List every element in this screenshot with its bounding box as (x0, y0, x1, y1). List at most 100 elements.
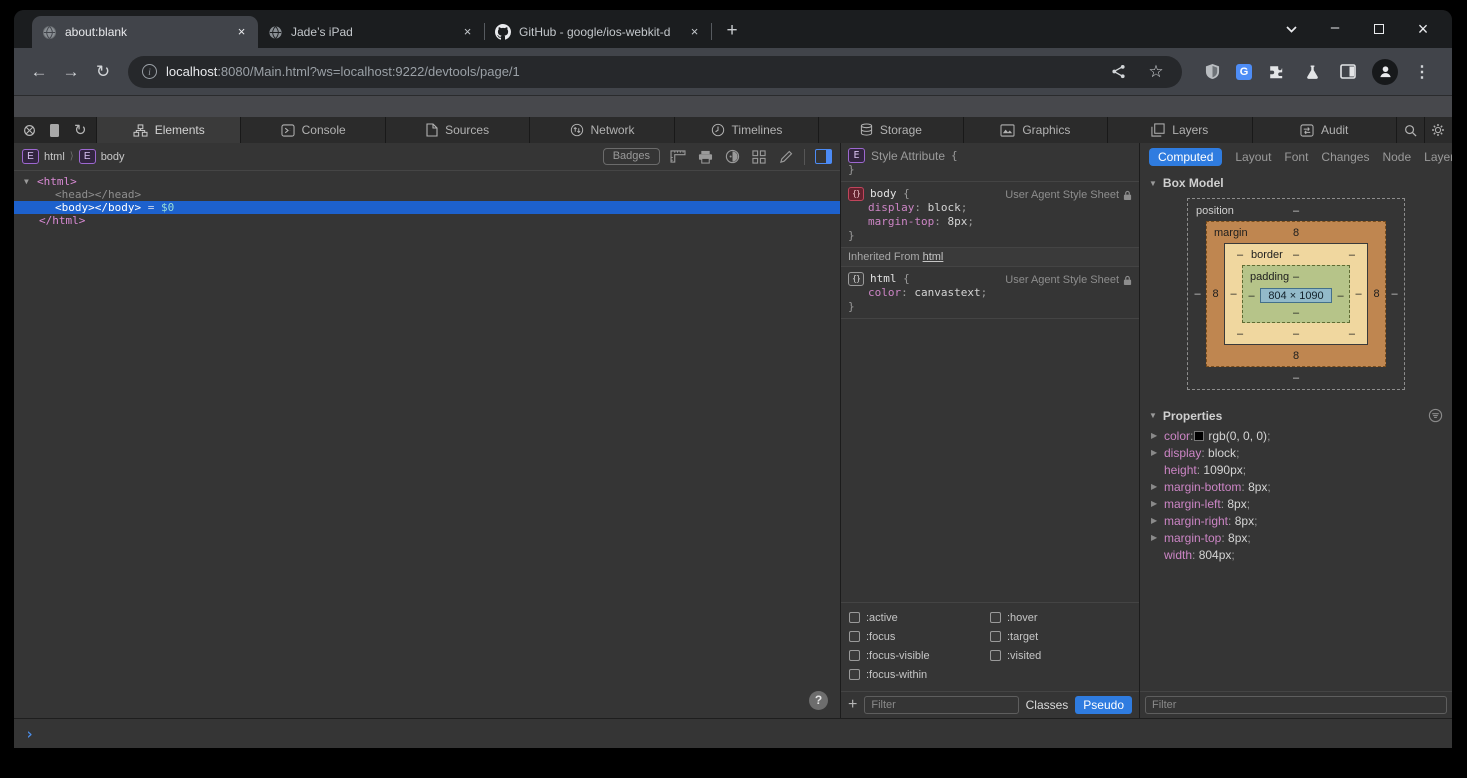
help-button[interactable]: ? (809, 691, 828, 710)
back-button[interactable]: ← (24, 57, 54, 87)
pseudo-toggle-target[interactable]: :target (990, 627, 1131, 646)
css-declaration[interactable]: color: canvastext; (848, 286, 1132, 300)
extensions-puzzle-icon[interactable] (1264, 60, 1288, 84)
minimize-button[interactable]: – (1320, 14, 1350, 40)
dom-node-html-open[interactable]: ▼<html> (14, 175, 840, 188)
checkbox-icon[interactable] (849, 631, 860, 642)
devtools-tab-elements[interactable]: Elements (96, 117, 240, 143)
ruler-icon[interactable] (669, 148, 687, 166)
shield-extension-icon[interactable] (1200, 60, 1224, 84)
badges-button[interactable]: Badges (603, 148, 660, 165)
box-model-content[interactable]: 804 × 1090 (1260, 288, 1332, 303)
pseudo-toggle-hover[interactable]: :hover (990, 608, 1131, 627)
tab-close-icon[interactable]: × (686, 24, 703, 41)
disclosure-triangle-icon[interactable]: ▼ (1149, 179, 1157, 188)
appearance-contrast-icon[interactable] (723, 148, 741, 166)
properties-filter-icon[interactable] (1428, 408, 1443, 423)
checkbox-icon[interactable] (990, 650, 1001, 661)
box-model-position[interactable]: position– – margin8 8 –border–– (1187, 198, 1405, 390)
computed-property[interactable]: ▶margin-right: 8px; (1140, 512, 1452, 529)
tab-changes[interactable]: Changes (1321, 150, 1369, 164)
details-sidebar-toggle-icon[interactable] (814, 148, 832, 166)
disclosure-triangle-icon[interactable]: ▼ (24, 175, 37, 188)
tab-font[interactable]: Font (1284, 150, 1308, 164)
browser-tab-jades-ipad[interactable]: Jade’s iPad × (258, 16, 484, 48)
pseudo-toggle-focus-visible[interactable]: :focus-visible (849, 646, 990, 665)
tab-close-icon[interactable]: × (459, 24, 476, 41)
pseudo-toggle-focus-within[interactable]: :focus-within (849, 665, 990, 684)
rule-style-attribute[interactable]: E Style Attribute { } (841, 143, 1139, 182)
rule-body-user-agent[interactable]: User Agent Style Sheet {} body { display… (841, 182, 1139, 248)
browser-tab-about-blank[interactable]: about:blank × (32, 16, 258, 48)
flask-extension-icon[interactable] (1300, 60, 1324, 84)
dom-node-body-selected[interactable]: <body></body> = $0 (14, 201, 840, 214)
checkbox-icon[interactable] (990, 631, 1001, 642)
translate-extension-icon[interactable]: G (1236, 64, 1252, 80)
tab-computed[interactable]: Computed (1149, 148, 1222, 166)
bookmark-star-icon[interactable]: ☆ (1144, 60, 1168, 84)
print-icon[interactable] (696, 148, 714, 166)
device-icon[interactable] (45, 119, 64, 141)
devtools-settings-gear-icon[interactable] (1424, 117, 1452, 143)
breadcrumb-item-html[interactable]: html (44, 151, 65, 163)
devtools-tab-sources[interactable]: Sources (385, 117, 529, 143)
checkbox-icon[interactable] (849, 669, 860, 680)
computed-filter-input[interactable] (1145, 696, 1447, 714)
tab-layers[interactable]: Layers (1424, 150, 1452, 164)
new-rule-button[interactable]: + (848, 697, 857, 713)
pseudo-toggle-active[interactable]: :active (849, 608, 990, 627)
tab-close-icon[interactable]: × (233, 24, 250, 41)
computed-property[interactable]: height: 1090px; (1140, 461, 1452, 478)
devtools-tab-console[interactable]: Console (240, 117, 384, 143)
pseudo-toggle-visited[interactable]: :visited (990, 646, 1131, 665)
grid-overlay-icon[interactable] (750, 148, 768, 166)
devtools-tab-audit[interactable]: Audit (1252, 117, 1396, 143)
computed-property[interactable]: ▶margin-top: 8px; (1140, 529, 1452, 546)
share-icon[interactable] (1106, 60, 1130, 84)
box-model-margin[interactable]: margin8 8 –border–– – padding– (1206, 221, 1386, 367)
forward-button[interactable]: → (56, 57, 86, 87)
side-panel-icon[interactable] (1336, 60, 1360, 84)
properties-section-header[interactable]: ▼ Properties (1140, 402, 1452, 427)
computed-property[interactable]: ▶margin-left: 8px; (1140, 495, 1452, 512)
devtools-tab-layers[interactable]: Layers (1107, 117, 1251, 143)
browser-tab-github[interactable]: GitHub - google/ios-webkit-d × (485, 16, 711, 48)
dom-node-head[interactable]: <head></head> (14, 188, 840, 201)
profile-avatar[interactable] (1372, 59, 1398, 85)
new-tab-button[interactable]: + (718, 17, 746, 45)
checkbox-icon[interactable] (849, 650, 860, 661)
dom-node-html-close[interactable]: </html> (14, 214, 840, 227)
classes-toggle-button[interactable]: Classes (1026, 698, 1069, 712)
box-model-border[interactable]: –border–– – padding– – 804 × 1090 (1224, 243, 1368, 345)
box-model-padding[interactable]: padding– – 804 × 1090 – – (1242, 265, 1350, 323)
site-info-icon[interactable]: i (142, 64, 157, 79)
tab-node[interactable]: Node (1382, 150, 1411, 164)
tab-search-chevron-icon[interactable] (1276, 16, 1306, 42)
tab-layout[interactable]: Layout (1235, 150, 1271, 164)
checkbox-icon[interactable] (849, 612, 860, 623)
reload-page-icon[interactable]: ↻ (71, 119, 90, 141)
menu-dots-icon[interactable]: ⋮ (1410, 60, 1434, 84)
box-model-section-header[interactable]: ▼ Box Model (1140, 170, 1452, 194)
devtools-tab-network[interactable]: Network (529, 117, 673, 143)
computed-property[interactable]: ▶color:rgb(0, 0, 0); (1140, 427, 1452, 444)
computed-property[interactable]: ▶display: block; (1140, 444, 1452, 461)
devtools-tab-graphics[interactable]: Graphics (963, 117, 1107, 143)
css-declaration[interactable]: margin-top: 8px; (848, 215, 1132, 229)
breadcrumb-item-body[interactable]: body (101, 151, 125, 163)
reload-button[interactable]: ↻ (88, 57, 118, 87)
pseudo-toggle-button[interactable]: Pseudo (1075, 696, 1132, 714)
devtools-search-icon[interactable] (1396, 117, 1424, 143)
computed-property[interactable]: width: 804px; (1140, 546, 1452, 563)
address-bar[interactable]: i localhost:8080/Main.html?ws=localhost:… (128, 56, 1182, 88)
checkbox-icon[interactable] (990, 612, 1001, 623)
edit-pencil-icon[interactable] (777, 148, 795, 166)
devtools-tab-storage[interactable]: Storage (818, 117, 962, 143)
disclosure-triangle-icon[interactable]: ▼ (1149, 411, 1157, 420)
computed-property[interactable]: ▶margin-bottom: 8px; (1140, 478, 1452, 495)
rule-html-user-agent[interactable]: User Agent Style Sheet {} html { color: … (841, 267, 1139, 319)
maximize-button[interactable] (1364, 16, 1394, 42)
pseudo-toggle-focus[interactable]: :focus (849, 627, 990, 646)
inspect-element-icon[interactable] (20, 119, 39, 141)
css-declaration[interactable]: display: block; (848, 201, 1132, 215)
